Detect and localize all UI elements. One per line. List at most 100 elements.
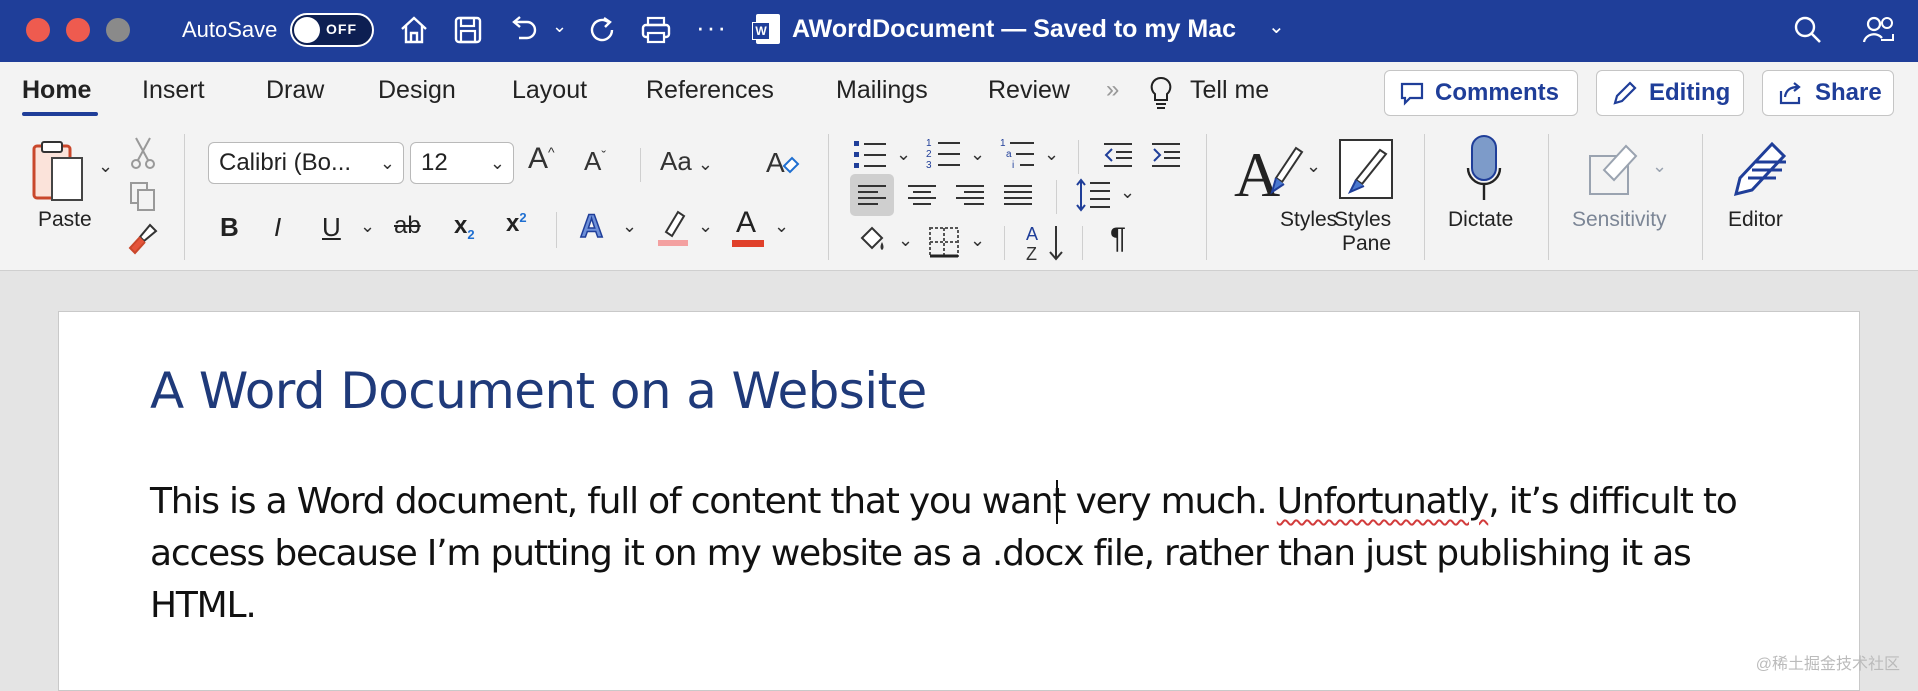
document-title[interactable]: AWordDocument — Saved to my Mac: [792, 15, 1236, 44]
sensitivity-chevron-icon[interactable]: ⌄: [1652, 156, 1667, 177]
document-body-line-3[interactable]: HTML.: [150, 585, 257, 626]
microphone-icon[interactable]: [1464, 134, 1504, 206]
shrink-font-glyph: A: [584, 146, 602, 176]
separator: [1206, 134, 1207, 260]
autosave-state: OFF: [326, 21, 357, 37]
underline-button[interactable]: U: [322, 212, 341, 243]
separator: [1004, 226, 1005, 260]
bold-button[interactable]: B: [220, 212, 239, 243]
font-family-value: Calibri (Bo...: [219, 149, 352, 176]
separator: [828, 134, 829, 260]
editing-button[interactable]: Editing: [1596, 70, 1744, 116]
body-line-1-text: This is a Word document, full of content…: [150, 481, 1277, 522]
grow-font-glyph: A: [528, 142, 549, 175]
separator: [1056, 180, 1057, 214]
close-window-button[interactable]: [26, 18, 50, 42]
multilevel-list-icon[interactable]: 1ai: [998, 134, 1038, 174]
styles-gallery-icon[interactable]: A: [1232, 134, 1306, 210]
account-icon[interactable]: [1860, 12, 1896, 48]
superscript-button[interactable]: x2: [506, 210, 527, 238]
italic-button[interactable]: I: [274, 212, 281, 243]
numbering-icon[interactable]: 123: [924, 134, 964, 174]
editor-icon[interactable]: [1726, 136, 1792, 202]
decrease-indent-icon[interactable]: [1100, 134, 1136, 174]
show-formatting-marks-button[interactable]: ¶: [1110, 222, 1126, 256]
copy-icon[interactable]: [128, 180, 158, 214]
font-size-select[interactable]: 12 ⌄: [410, 142, 514, 184]
tab-insert[interactable]: Insert: [142, 76, 205, 105]
cut-scissors-icon[interactable]: [128, 136, 158, 170]
comments-button[interactable]: Comments: [1384, 70, 1578, 116]
tab-layout[interactable]: Layout: [512, 76, 587, 105]
save-icon[interactable]: [450, 12, 486, 48]
align-left-icon[interactable]: [850, 174, 894, 216]
change-case-button[interactable]: Aa ⌄: [660, 146, 713, 177]
misspelled-word[interactable]: Unfortunatly: [1277, 481, 1490, 522]
highlighter-icon[interactable]: [656, 208, 690, 248]
sort-icon[interactable]: AZ: [1022, 220, 1068, 264]
increase-indent-icon[interactable]: [1148, 134, 1184, 174]
text-effects-chevron-icon[interactable]: ⌄: [622, 216, 637, 237]
numbering-chevron-icon[interactable]: ⌄: [970, 144, 985, 165]
ellipsis-icon[interactable]: ···: [696, 12, 728, 43]
tab-design[interactable]: Design: [378, 76, 456, 105]
shading-chevron-icon[interactable]: ⌄: [898, 230, 913, 251]
more-tabs-chevron-icon[interactable]: »: [1106, 76, 1119, 104]
tab-references[interactable]: References: [646, 76, 774, 105]
font-color-button[interactable]: A: [730, 206, 766, 250]
borders-icon[interactable]: [924, 222, 964, 262]
print-icon[interactable]: [638, 12, 674, 48]
text-effects-button[interactable]: A: [579, 207, 604, 245]
sensitivity-icon[interactable]: [1586, 138, 1646, 198]
separator: [556, 212, 557, 248]
home-icon[interactable]: [396, 12, 432, 48]
redo-icon[interactable]: [584, 12, 620, 48]
clear-formatting-icon[interactable]: A: [764, 144, 800, 180]
align-center-icon[interactable]: [900, 174, 944, 216]
format-painter-icon[interactable]: [126, 222, 160, 256]
paste-dropdown-chevron-icon[interactable]: ⌄: [98, 156, 113, 177]
separator: [1078, 140, 1079, 174]
tell-me-search[interactable]: Tell me: [1190, 76, 1269, 105]
autosave-toggle[interactable]: OFF: [290, 13, 374, 47]
align-right-icon[interactable]: [948, 174, 992, 216]
strikethrough-button[interactable]: ab: [394, 212, 421, 240]
borders-chevron-icon[interactable]: ⌄: [970, 230, 985, 251]
font-family-select[interactable]: Calibri (Bo... ⌄: [208, 142, 404, 184]
word-doc-icon: W: [752, 14, 780, 44]
separator: [1702, 134, 1703, 260]
paste-clipboard-icon[interactable]: [28, 140, 88, 204]
editor-label: Editor: [1728, 208, 1783, 231]
bullets-icon[interactable]: [850, 134, 890, 174]
shrink-font-button[interactable]: Aˇ: [584, 146, 606, 177]
highlighter-chevron-icon[interactable]: ⌄: [698, 216, 713, 237]
zoom-window-button[interactable]: [106, 18, 130, 42]
bullets-chevron-icon[interactable]: ⌄: [896, 144, 911, 165]
tab-mailings[interactable]: Mailings: [836, 76, 928, 105]
shading-icon[interactable]: [852, 222, 892, 262]
undo-dropdown-chevron-icon[interactable]: ⌄: [552, 16, 567, 37]
tab-home[interactable]: Home: [22, 76, 91, 105]
styles-chevron-icon[interactable]: ⌄: [1306, 156, 1321, 177]
multilevel-chevron-icon[interactable]: ⌄: [1044, 144, 1059, 165]
subscript-button[interactable]: x2: [454, 212, 475, 242]
title-chevron-down-icon[interactable]: ⌄: [1268, 14, 1285, 39]
document-body-line-1[interactable]: This is a Word document, full of content…: [150, 481, 1738, 522]
font-color-chevron-icon[interactable]: ⌄: [774, 216, 789, 237]
line-spacing-icon[interactable]: [1074, 174, 1114, 216]
justify-icon[interactable]: [996, 174, 1040, 216]
undo-icon[interactable]: [506, 12, 542, 48]
document-body-line-2[interactable]: access because I’m putting it on my webs…: [150, 533, 1692, 574]
underline-chevron-icon[interactable]: ⌄: [360, 216, 375, 237]
styles-pane-icon[interactable]: [1336, 136, 1396, 202]
minimize-window-button[interactable]: [66, 18, 90, 42]
line-spacing-chevron-icon[interactable]: ⌄: [1120, 182, 1135, 203]
tab-review[interactable]: Review: [988, 76, 1070, 105]
search-icon[interactable]: [1790, 12, 1826, 48]
autosave-label: AutoSave: [182, 17, 278, 42]
tab-draw[interactable]: Draw: [266, 76, 324, 105]
editing-label: Editing: [1649, 79, 1731, 106]
share-button[interactable]: Share: [1762, 70, 1894, 116]
grow-font-button[interactable]: A^: [528, 142, 555, 176]
document-heading[interactable]: A Word Document on a Website: [150, 362, 927, 420]
